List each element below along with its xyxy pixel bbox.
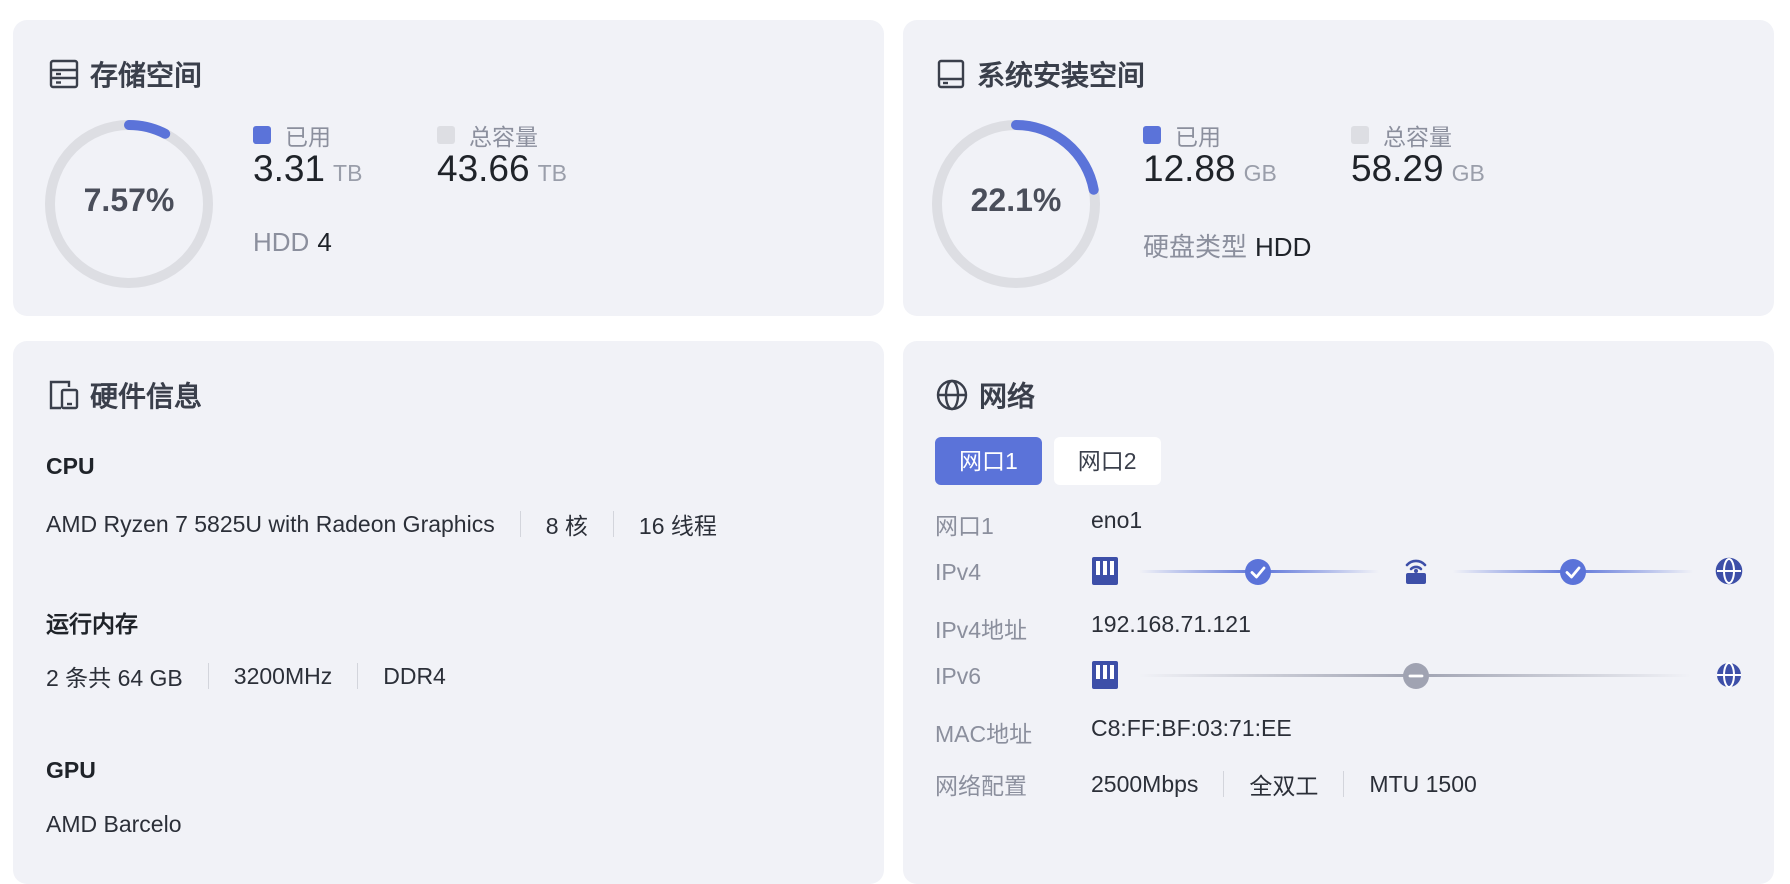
system-storage-card: 系统安装空间 22.1% 已用 12.88 GB 总容量 58.29 GB 硬盘类型… [903,20,1774,316]
system-disk-key: 硬盘类型 [1143,232,1248,262]
server-icon [1091,660,1119,695]
system-percent: 22.1% [970,182,1062,218]
used-swatch [1143,126,1161,144]
divider [1343,771,1345,797]
storage-total-number: 43.66 [437,148,530,189]
storage-disk-value: 4 [317,227,332,257]
used-swatch [253,126,271,144]
system-used-value: 12.88 GB [1143,148,1277,190]
ipv4-address-value: 192.168.71.121 [1091,611,1251,637]
hardware-card-header: 硬件信息 [48,375,202,415]
system-used-unit: GB [1243,160,1277,186]
cpu-threads: 16 线程 [638,513,717,539]
memory-info-row: 2 条共 64 GB 3200MHz DDR4 [46,659,446,693]
cpu-heading: CPU [46,453,95,479]
storage-title: 存储空间 [90,60,203,91]
divider [519,511,521,537]
config-key: 网络配置 [935,773,1027,799]
storage-disk-key: HDD [253,227,310,257]
gpu-heading: GPU [46,757,96,783]
total-swatch [437,126,455,144]
network-card-header: 网络 [935,375,1035,415]
hardware-title: 硬件信息 [90,381,203,412]
ipv6-key: IPv6 [935,663,982,689]
devices-icon [48,379,80,411]
system-disk-value: HDD [1255,232,1312,262]
ipv4-key: IPv4 [935,559,982,585]
minus-icon [1402,662,1430,695]
storage-card: 存储空间 7.57% 已用 3.31 TB 总容量 43.66 TB HDD 4 [13,20,884,316]
cpu-model: AMD Ryzen 7 5825U with Radeon Graphics [46,510,495,537]
storage-card-header: 存储空间 [48,54,202,94]
system-total-number: 58.29 [1351,148,1444,189]
ipv4-address-key: IPv4地址 [935,617,1028,643]
storage-icon [48,58,80,90]
storage-used-legend: 已用 [253,118,331,152]
check-icon [1559,558,1587,591]
divider [207,663,209,689]
system-total-value: 58.29 GB [1351,148,1485,190]
system-used-legend: 已用 [1143,118,1221,152]
divider [1223,771,1225,797]
port-value: eno1 [1091,507,1143,533]
system-storage-title: 系统安装空间 [977,60,1146,91]
cpu-info-row: AMD Ryzen 7 5825U with Radeon Graphics 8… [46,507,717,541]
config-speed: 2500Mbps [1091,770,1199,797]
cpu-cores: 8 核 [545,513,588,539]
storage-total-legend: 总容量 [437,118,538,152]
storage-total-value: 43.66 TB [437,148,567,190]
system-used-label: 已用 [1175,124,1221,150]
internet-icon [1715,557,1743,590]
mac-value: C8:FF:BF:03:71:EE [1091,715,1292,741]
drive-icon [935,58,967,90]
router-icon [1401,554,1431,591]
gpu-info-row: AMD Barcelo [46,811,181,838]
storage-percent: 7.57% [83,182,175,218]
config-duplex: 全双工 [1249,773,1319,799]
memory-speed: 3200MHz [233,662,333,689]
config-mtu: MTU 1500 [1369,770,1477,797]
tab-port-1[interactable]: 网口1 [935,437,1042,485]
config-value: 2500Mbps 全双工 MTU 1500 [1091,767,1477,801]
server-icon [1091,556,1119,591]
system-storage-card-header: 系统安装空间 [935,54,1145,94]
system-total-unit: GB [1451,160,1485,186]
ipv6-connection-status [1091,655,1743,695]
system-used-number: 12.88 [1143,148,1236,189]
memory-size: 2 条共 64 GB [46,665,183,691]
ipv4-connection-status [1091,551,1743,591]
storage-used-number: 3.31 [253,148,326,189]
storage-disk-info: HDD 4 [253,227,332,258]
tab-port-2[interactable]: 网口2 [1053,437,1161,485]
storage-used-value: 3.31 TB [253,148,362,190]
mac-key: MAC地址 [935,721,1033,747]
globe-icon [935,378,969,412]
memory-heading: 运行内存 [46,611,138,637]
system-total-legend: 总容量 [1351,118,1452,152]
storage-total-label: 总容量 [469,124,538,150]
storage-used-label: 已用 [285,124,331,150]
memory-type: DDR4 [383,662,446,689]
internet-icon [1715,661,1743,694]
total-swatch [1351,126,1369,144]
network-title: 网络 [979,381,1036,412]
divider [357,663,359,689]
storage-total-unit: TB [537,160,567,186]
network-card: 网络 网口1 网口2 网口1 eno1 IPv4 IPv4地址 192.168.… [903,341,1774,884]
hardware-card: 硬件信息 CPU AMD Ryzen 7 5825U with Radeon G… [13,341,884,884]
gpu-model: AMD Barcelo [46,811,182,837]
network-port-tabs: 网口1 网口2 [935,437,1161,485]
system-disk-info: 硬盘类型 HDD [1143,227,1311,264]
divider [612,511,614,537]
system-total-label: 总容量 [1383,124,1452,150]
storage-used-unit: TB [333,160,363,186]
port-key: 网口1 [935,513,994,539]
check-icon [1244,558,1272,591]
